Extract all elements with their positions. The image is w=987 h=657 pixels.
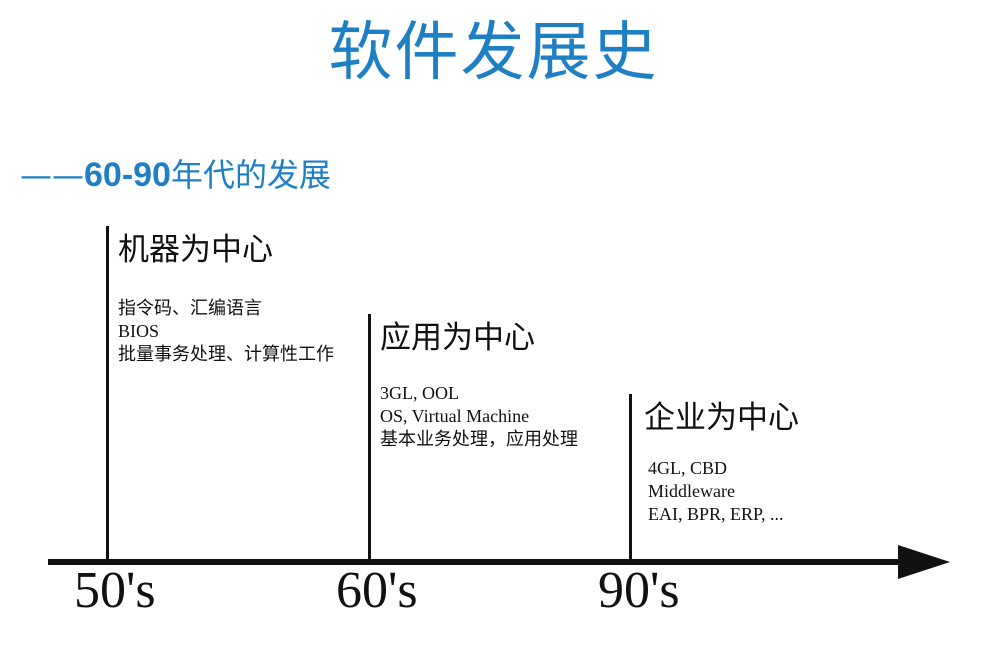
era-desc-machine: 指令码、汇编语言 BIOS 批量事务处理、计算性工作 bbox=[118, 297, 334, 366]
era-desc-enterprise: 4GL, CBD Middleware EAI, BPR, ERP, ... bbox=[648, 457, 784, 526]
tick-label-50s: 50's bbox=[74, 562, 156, 619]
slide-title: 软件发展史 bbox=[328, 16, 659, 90]
era-divider-50s bbox=[106, 226, 109, 562]
subtitle-dash: —— bbox=[20, 156, 84, 194]
era-desc-line: Middleware bbox=[648, 481, 735, 501]
tick-label-90s: 90's bbox=[598, 562, 680, 619]
era-heading-enterprise: 企业为中心 bbox=[644, 400, 799, 436]
era-desc-line: OS, Virtual Machine bbox=[380, 406, 530, 426]
subtitle-years: 60-90 bbox=[84, 156, 171, 194]
era-heading-application: 应用为中心 bbox=[380, 320, 535, 356]
subtitle-text: 年代的发展 bbox=[170, 156, 331, 194]
era-desc-line: 3GL, OOL bbox=[380, 383, 459, 403]
era-desc-line: 4GL, CBD bbox=[648, 458, 728, 478]
timeline-arrow-icon bbox=[898, 545, 950, 579]
era-desc-line: EAI, BPR, ERP, ... bbox=[648, 504, 784, 524]
era-divider-90s bbox=[629, 394, 632, 562]
slide-subtitle: ——60-90年代的发展 bbox=[20, 150, 331, 196]
tick-label-60s: 60's bbox=[336, 562, 418, 619]
era-desc-application: 3GL, OOL OS, Virtual Machine 基本业务处理，应用处理 bbox=[380, 382, 578, 451]
era-desc-line: 指令码、汇编语言 bbox=[118, 298, 262, 318]
timeline-axis bbox=[48, 559, 906, 565]
era-desc-line: 基本业务处理，应用处理 bbox=[380, 429, 578, 449]
era-desc-line: 批量事务处理、计算性工作 bbox=[118, 344, 334, 364]
era-heading-machine: 机器为中心 bbox=[118, 232, 273, 268]
era-divider-60s bbox=[368, 314, 371, 562]
era-desc-line: BIOS bbox=[118, 321, 160, 341]
